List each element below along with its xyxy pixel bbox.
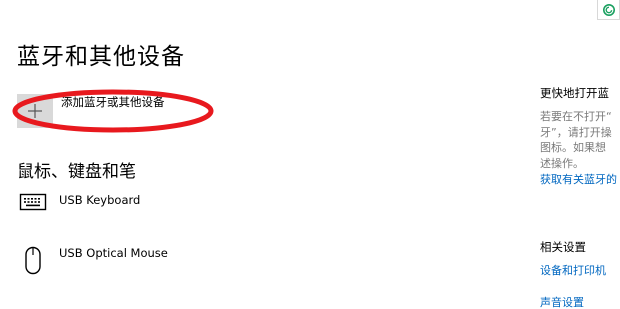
section-heading: 鼠标、键盘和笔 xyxy=(17,162,136,182)
bluetooth-help-link[interactable]: 获取有关蓝牙的 xyxy=(540,173,620,187)
keyboard-icon xyxy=(19,193,47,211)
corner-badge[interactable] xyxy=(597,0,620,20)
right-panel: 更快地打开蓝 若要在不打开“ 牙”，请打开操 图标。如果想 述操作。 获取有关蓝… xyxy=(540,86,620,187)
add-device-button[interactable]: 添加蓝牙或其他设备 xyxy=(17,94,165,128)
right-panel-description: 若要在不打开“ 牙”，请打开操 图标。如果想 述操作。 xyxy=(540,110,612,170)
devices-and-printers-link[interactable]: 设备和打印机 xyxy=(540,264,620,278)
device-icon-wrap xyxy=(17,193,49,223)
device-icon-wrap xyxy=(17,246,49,276)
device-item-keyboard[interactable]: USB Keyboard xyxy=(17,193,140,223)
add-device-label: 添加蓝牙或其他设备 xyxy=(61,95,165,109)
related-settings: 相关设置 设备和打印机 声音设置 xyxy=(540,240,620,309)
device-name: USB Optical Mouse xyxy=(59,246,168,260)
sound-settings-link[interactable]: 声音设置 xyxy=(540,296,620,309)
add-device-tile[interactable] xyxy=(17,94,53,128)
device-name: USB Keyboard xyxy=(59,193,141,207)
settings-page: 蓝牙和其他设备 添加蓝牙或其他设备 鼠标、键盘和笔 USB Keyboard U… xyxy=(0,0,620,309)
refresh-search-icon xyxy=(602,3,615,16)
page-title: 蓝牙和其他设备 xyxy=(17,44,185,70)
right-panel-heading: 更快地打开蓝 xyxy=(540,86,609,100)
related-settings-heading: 相关设置 xyxy=(540,240,586,254)
mouse-icon xyxy=(25,246,41,275)
plus-icon xyxy=(28,104,42,118)
device-item-mouse[interactable]: USB Optical Mouse xyxy=(17,246,168,276)
